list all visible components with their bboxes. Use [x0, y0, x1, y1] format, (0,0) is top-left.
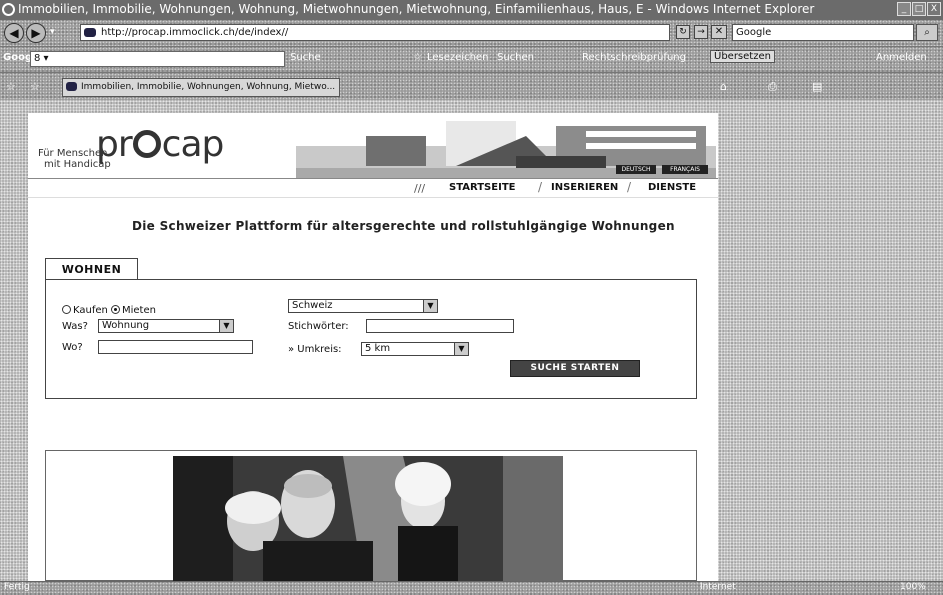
radio-mieten-label: Mieten	[122, 305, 156, 316]
country-select[interactable]: Schweiz ▼	[288, 299, 438, 313]
toolbar-search-input[interactable]: 8 ▾	[30, 51, 285, 67]
label-radius: » Umkreis:	[288, 344, 342, 355]
page-menu-icon[interactable]: ▤	[812, 80, 822, 93]
nav-dienste[interactable]: DIENSTE	[648, 182, 696, 193]
nav-separator: /	[627, 180, 632, 194]
radius-select-value: 5 km	[365, 343, 391, 354]
page-headline: Die Schweizer Plattform für altersgerech…	[132, 219, 675, 233]
star-icon[interactable]: ☆	[413, 52, 422, 63]
favorites-star-icon[interactable]: ☆	[6, 80, 16, 93]
chevron-down-icon: ▾	[50, 27, 55, 37]
nav-inserieren[interactable]: INSERIEREN	[551, 182, 618, 193]
stop-icon[interactable]: ✕	[711, 25, 727, 39]
address-input[interactable]: http://procap.immoclick.ch/de/index//	[80, 24, 670, 41]
back-button[interactable]: ◀	[4, 23, 24, 43]
keywords-input[interactable]	[366, 319, 514, 333]
status-text: Fertig	[4, 582, 30, 592]
dropdown-arrow-icon: ▼	[219, 320, 233, 332]
radio-mieten[interactable]: Mieten	[111, 305, 156, 316]
search-submit-button[interactable]: SUCHE STARTEN	[510, 360, 640, 377]
label-keywords: Stichwörter:	[288, 321, 349, 332]
country-select-value: Schweiz	[292, 300, 333, 311]
radio-kaufen-label: Kaufen	[73, 305, 108, 316]
nav-prefix: ///	[414, 182, 426, 195]
zoom-level[interactable]: 100%	[900, 582, 926, 592]
radius-select[interactable]: 5 km ▼	[361, 342, 469, 356]
radio-kaufen-circle[interactable]	[62, 305, 71, 314]
dropdown-arrow-icon: ▼	[423, 300, 437, 312]
history-dropdown[interactable]: ▾	[50, 27, 74, 39]
search-form-panel	[45, 279, 697, 399]
add-favorite-icon[interactable]: ☆	[30, 80, 40, 93]
label-where: Wo?	[62, 342, 83, 353]
back-arrow-icon: ◀	[9, 26, 19, 40]
tab-wohnen[interactable]: WOHNEN	[45, 258, 138, 280]
nav-divider-lower	[28, 197, 718, 198]
toolbar-signin[interactable]: Anmelden	[876, 52, 927, 63]
family-photo	[173, 456, 563, 581]
window-title: Immobilien, Immobilie, Wohnungen, Wohnun…	[18, 2, 815, 16]
logo-o-mark	[132, 130, 161, 158]
forward-arrow-icon: ▶	[31, 26, 41, 40]
procap-logo[interactable]: pr cap	[96, 124, 225, 165]
label-what: Was?	[62, 321, 88, 332]
minimize-button[interactable]: _	[897, 2, 911, 16]
forward-button[interactable]: ▶	[26, 23, 46, 43]
maximize-button[interactable]: □	[912, 2, 926, 16]
toolbar-spellcheck[interactable]: Rechtschreibprüfung	[582, 52, 686, 63]
web-search-input[interactable]: Google	[732, 24, 914, 41]
what-select-value: Wohnung	[102, 320, 150, 331]
toolbar-bookmarks[interactable]: Lesezeichen	[427, 52, 488, 63]
go-icon[interactable]: →	[694, 25, 708, 39]
tab-favicon-icon	[66, 82, 77, 91]
nav-separator: /	[538, 180, 543, 194]
lang-german-button[interactable]: DEUTSCH	[616, 165, 656, 174]
page-favicon-icon	[84, 28, 96, 37]
close-button[interactable]: X	[927, 2, 941, 16]
what-select[interactable]: Wohnung ▼	[98, 319, 234, 333]
search-icon[interactable]: ⌕	[916, 24, 938, 41]
where-input[interactable]	[98, 340, 253, 354]
toolbar-translate[interactable]: Übersetzen	[710, 50, 775, 63]
printer-icon[interactable]: ⎙	[768, 80, 777, 94]
logo-text-left: pr	[96, 124, 133, 165]
window-title-bar: Immobilien, Immobilie, Wohnungen, Wohnun…	[0, 0, 943, 20]
radio-mieten-circle[interactable]	[111, 305, 120, 314]
tab-active[interactable]: Immobilien, Immobilie, Wohnungen, Wohnun…	[62, 78, 340, 97]
logo-text-right: cap	[161, 124, 225, 165]
status-bar: Fertig Internet 100%	[0, 581, 943, 595]
toolbar-check[interactable]: Suchen	[497, 52, 534, 63]
ie-icon	[2, 3, 15, 16]
nav-divider	[28, 178, 718, 179]
nav-startseite[interactable]: STARTSEITE	[449, 182, 515, 193]
lang-french-button[interactable]: FRANÇAIS	[662, 165, 708, 174]
home-icon[interactable]: ⌂	[720, 80, 727, 93]
radio-kaufen[interactable]: Kaufen	[62, 305, 108, 316]
refresh-icon[interactable]: ↻	[676, 25, 690, 39]
dropdown-arrow-icon: ▼	[454, 343, 468, 355]
toolbar-search-button[interactable]: Suche	[290, 52, 321, 63]
internet-zone: Internet	[700, 582, 736, 592]
